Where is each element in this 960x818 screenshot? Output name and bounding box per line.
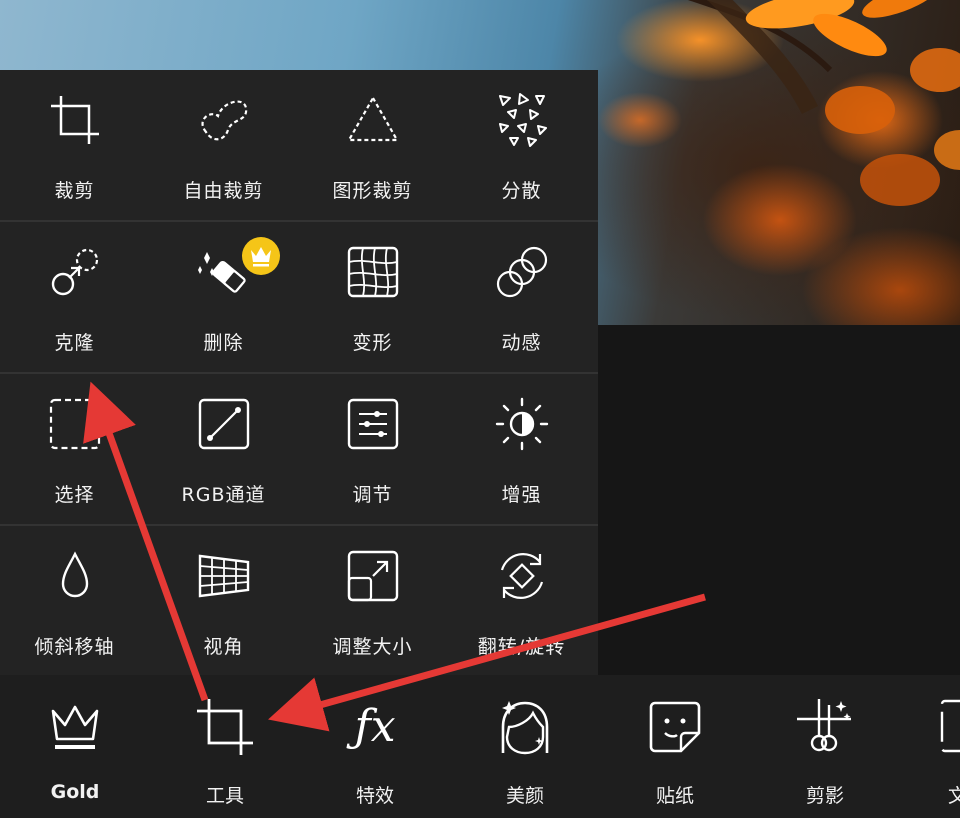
freeform-crop-icon [200, 100, 247, 141]
tool-label: RGB通道 [181, 484, 266, 506]
text-icon [940, 699, 960, 753]
tool-enhance[interactable]: 增强 [447, 374, 596, 524]
tool-flip-rotate[interactable]: 翻转/旋转 [447, 526, 596, 676]
flip-rotate-icon [500, 553, 543, 599]
tool-select[interactable]: 选择 [0, 374, 149, 524]
tool-motion[interactable]: 动感 [447, 222, 596, 372]
tool-label: 调节 [352, 484, 393, 506]
tool-clone[interactable]: 克隆 [0, 222, 149, 372]
sticker-icon [649, 701, 701, 753]
tool-label: 增强 [501, 484, 542, 506]
tab-text[interactable]: 文 [900, 675, 960, 818]
tool-resize[interactable]: 调整大小 [298, 526, 447, 676]
tool-label: 自由裁剪 [183, 180, 264, 202]
tool-label: 倾斜移轴 [34, 636, 115, 658]
tool-crop[interactable]: 裁剪 [0, 70, 149, 220]
tools-row-1: 裁剪 自由裁剪 图形裁剪 分散 [0, 70, 598, 220]
tab-label: 贴纸 [655, 785, 694, 807]
tab-label: 文 [948, 785, 960, 807]
disperse-icon [498, 93, 547, 147]
canvas-empty-area [598, 325, 960, 680]
tool-label: 分散 [501, 180, 542, 202]
tool-label: 翻转/旋转 [477, 636, 566, 658]
tab-label: Gold [50, 781, 100, 803]
leaf-branch-image [687, 0, 960, 206]
perspective-icon [198, 554, 249, 598]
tool-perspective[interactable]: 视角 [149, 526, 298, 676]
tab-stickers[interactable]: 贴纸 [600, 675, 750, 818]
tool-disperse[interactable]: 分散 [447, 70, 596, 220]
tool-tilt-shift[interactable]: 倾斜移轴 [0, 526, 149, 676]
tool-remove[interactable]: 删除 [149, 222, 298, 372]
resize-icon [347, 550, 398, 602]
tool-label: 裁剪 [54, 180, 95, 202]
tool-rgb-channel[interactable]: RGB通道 [149, 374, 298, 524]
tool-shape-crop[interactable]: 图形裁剪 [298, 70, 447, 220]
tool-adjust[interactable]: 调节 [298, 374, 447, 524]
tab-beauty[interactable]: 美颜 [450, 675, 600, 818]
tab-gold[interactable]: Gold [0, 675, 150, 818]
tool-label: 删除 [203, 332, 244, 354]
bottom-toolbar: Gold 工具 ƒx 特效 美颜 贴纸 剪影 文 [0, 675, 960, 818]
face-beauty-icon [501, 701, 549, 755]
selection-icon [49, 398, 100, 450]
enhance-icon [495, 397, 548, 451]
tool-warp[interactable]: 变形 [298, 222, 447, 372]
tab-label: 剪影 [805, 785, 844, 807]
tab-tools[interactable]: 工具 [150, 675, 300, 818]
tilt-shift-icon [61, 551, 88, 598]
tab-cutout[interactable]: 剪影 [750, 675, 900, 818]
shape-crop-icon [347, 96, 398, 142]
tools-panel: 裁剪 自由裁剪 图形裁剪 分散 克隆 删除 变形 动感 选择 RGB通道 调节 … [0, 70, 598, 675]
tab-label: 美颜 [505, 785, 544, 807]
tools-row-4: 倾斜移轴 视角 调整大小 翻转/旋转 [0, 526, 598, 676]
crown-icon [51, 705, 99, 749]
tab-label: 特效 [355, 785, 394, 807]
tool-label: 调整大小 [332, 636, 413, 658]
tools-row-2: 克隆 删除 变形 动感 [0, 222, 598, 372]
tab-label: 工具 [205, 785, 244, 807]
tool-label: 图形裁剪 [332, 180, 413, 202]
tool-label: 克隆 [54, 332, 95, 354]
adjust-icon [347, 398, 398, 450]
cutout-icon [797, 699, 851, 752]
crop-icon [50, 96, 99, 144]
tool-label: 选择 [54, 484, 95, 506]
crown-badge-icon [242, 237, 280, 275]
tool-label: 动感 [501, 332, 542, 354]
tool-label: 变形 [352, 332, 393, 354]
clone-icon [51, 248, 98, 296]
tools-row-3: 选择 RGB通道 调节 增强 [0, 374, 598, 524]
motion-icon [496, 246, 547, 298]
fx-icon: ƒx [354, 701, 396, 752]
tab-effects[interactable]: ƒx 特效 [300, 675, 450, 818]
tool-label: 视角 [203, 636, 244, 658]
warp-icon [347, 246, 398, 298]
crop-tool-icon [197, 699, 253, 755]
rgb-channel-icon [198, 398, 249, 450]
tool-freeform-crop[interactable]: 自由裁剪 [149, 70, 298, 220]
